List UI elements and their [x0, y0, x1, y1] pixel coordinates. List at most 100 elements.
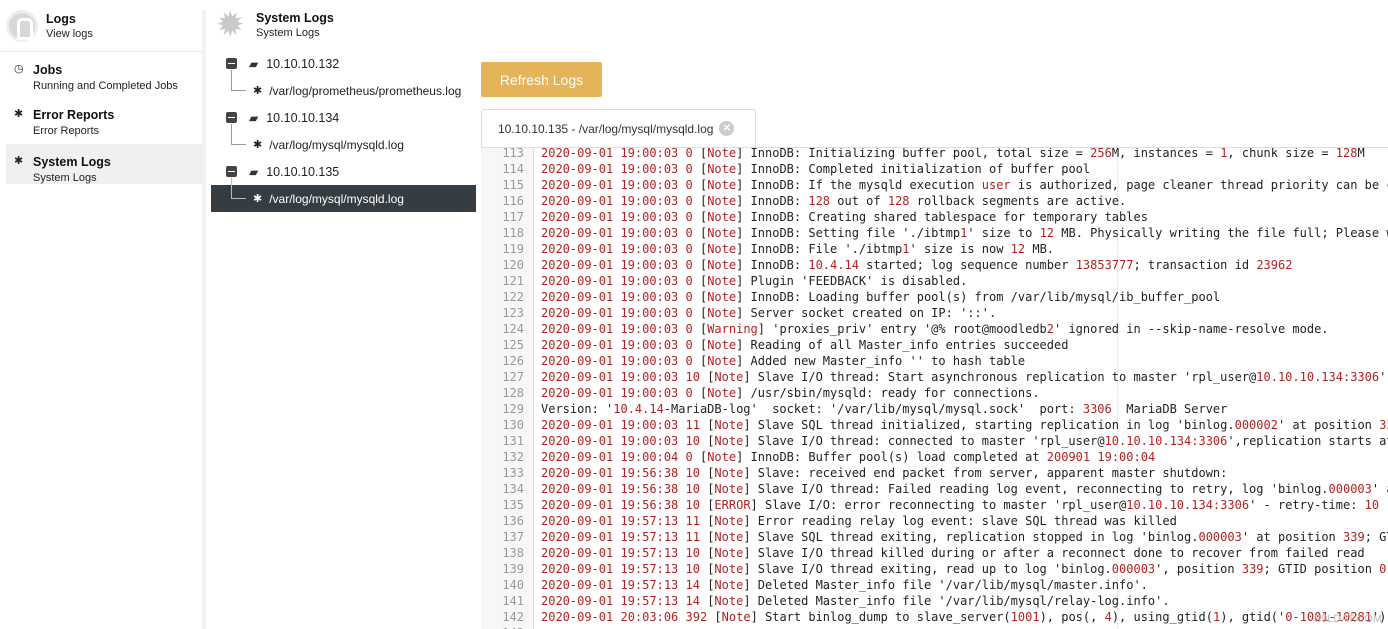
tree-header: ✹ System Logs System Logs — [206, 0, 476, 50]
clock-icon: ◷ — [14, 63, 24, 75]
log-line-text: 2020-09-01 19:00:03 0 [Note] Reading of … — [541, 338, 1069, 352]
log-line-text: 2020-09-01 19:56:38 10 [Note] Slave: rec… — [541, 466, 1228, 480]
log-line: 137 2020-09-01 19:57:13 11 [Note] Slave S… — [481, 529, 1388, 545]
log-line: 124 2020-09-01 19:00:03 0 [Warning] 'prox… — [481, 321, 1388, 337]
refresh-logs-button[interactable]: Refresh Logs — [481, 62, 602, 97]
log-line: 119 2020-09-01 19:00:03 0 [Note] InnoDB: … — [481, 241, 1388, 257]
log-line: 128 2020-09-01 19:00:03 0 [Note] /usr/sbi… — [481, 385, 1388, 401]
collapse-icon[interactable] — [226, 112, 237, 123]
sidebar-item-sublabel: System Logs — [33, 172, 97, 184]
log-line: 114 2020-09-01 19:00:03 0 [Note] InnoDB: … — [481, 161, 1388, 177]
log-line: 123 2020-09-01 19:00:03 0 [Note] Server s… — [481, 305, 1388, 321]
log-line: 143 — [481, 625, 1388, 629]
log-line-text: 2020-09-01 19:00:04 0 [Note] InnoDB: Buf… — [541, 450, 1156, 464]
log-line-text: 2020-09-01 19:00:03 0 [Note] InnoDB: Set… — [541, 226, 1388, 240]
close-icon[interactable]: ✕ — [719, 121, 735, 136]
tree-log-file[interactable]: ✱ /var/log/prometheus/prometheus.log — [206, 70, 476, 104]
log-line-text: 2020-09-01 19:00:03 0 [Note] InnoDB: Loa… — [541, 290, 1221, 304]
collapse-icon[interactable] — [226, 58, 237, 69]
tree-title: System Logs — [256, 11, 334, 25]
line-number: 121 — [502, 274, 524, 288]
log-line-text: 2020-09-01 19:57:13 14 [Note] Deleted Ma… — [541, 578, 1148, 592]
log-line-text: 2020-09-01 19:57:13 11 [Note] Slave SQL … — [541, 530, 1388, 544]
tree-host-label: 10.10.10.135 — [266, 164, 340, 179]
tree-log-file-label: /var/log/mysql/mysqld.log — [269, 191, 404, 206]
line-number: 133 — [502, 466, 524, 480]
sidebar: Logs View logs ◷ Jobs Running and Complete… — [0, 0, 202, 629]
line-number: 115 — [502, 178, 524, 192]
log-line: 117 2020-09-01 19:00:03 0 [Note] InnoDB: … — [481, 209, 1388, 225]
log-line: 113 2020-09-01 19:00:03 0 [Note] InnoDB: … — [481, 148, 1388, 161]
sidebar-item-label: System Logs — [33, 155, 111, 169]
line-number: 114 — [502, 162, 524, 176]
sidebar-item-text: Jobs Running and Completed Jobs — [33, 63, 178, 97]
line-number: 122 — [502, 290, 524, 304]
sidebar-item-jobs[interactable]: ◷ Jobs Running and Completed Jobs — [0, 52, 202, 97]
line-number: 138 — [502, 546, 524, 560]
log-line: 141 2020-09-01 19:57:13 14 [Note] Deleted… — [481, 593, 1388, 609]
sidebar-item-system-logs[interactable]: ✱ System Logs System Logs — [6, 144, 202, 184]
log-line: 142 2020-09-01 20:03:06 392 [Note] Start … — [481, 609, 1388, 625]
sidebar-item-error-reports[interactable]: ✱ Error Reports Error Reports — [0, 97, 202, 142]
log-line-text: 2020-09-01 19:57:13 10 [Note] Slave I/O … — [541, 562, 1388, 576]
log-line: 131 2020-09-01 19:00:03 10 [Note] Slave I… — [481, 433, 1388, 449]
line-number: 130 — [502, 418, 524, 432]
log-line-text: 2020-09-01 19:56:38 10 [Note] Slave I/O … — [541, 482, 1388, 496]
log-line: 129 Version: '10.4.14-MariaDB-log' socket… — [481, 401, 1388, 417]
log-line-text: 2020-09-01 19:00:03 0 [Note] InnoDB: Cre… — [541, 210, 1148, 224]
log-line: 132 2020-09-01 19:00:04 0 [Note] InnoDB: … — [481, 449, 1388, 465]
log-line-text: 2020-09-01 19:00:03 10 [Note] Slave I/O … — [541, 434, 1388, 448]
log-line-text: 2020-09-01 19:56:38 10 [ERROR] Slave I/O… — [541, 498, 1380, 512]
tree-host-node[interactable]: ▰ 10.10.10.132 — [206, 50, 476, 77]
gear-icon: ✱ — [253, 193, 263, 205]
tree-host-node[interactable]: ▰ 10.10.10.134 — [206, 104, 476, 131]
log-viewer: Refresh Logs 10.10.10.135 - /var/log/mys… — [481, 0, 1388, 629]
log-line: 121 2020-09-01 19:00:03 0 [Note] Plugin '… — [481, 273, 1388, 289]
log-line: 130 2020-09-01 19:00:03 11 [Note] Slave S… — [481, 417, 1388, 433]
tree-log-file-label: /var/log/mysql/mysqld.log — [269, 137, 404, 152]
line-number: 126 — [502, 354, 524, 368]
line-number: 129 — [502, 402, 524, 416]
gear-icon: ✱ — [253, 85, 263, 97]
line-number: 135 — [502, 498, 524, 512]
tree-log-file-label: /var/log/prometheus/prometheus.log — [269, 83, 462, 98]
log-line-text: Version: '10.4.14-MariaDB-log' socket: '… — [541, 402, 1228, 416]
sidebar-item-label: Error Reports — [33, 108, 115, 122]
tree-host-label: 10.10.10.134 — [266, 110, 340, 125]
line-number: 127 — [502, 370, 524, 384]
line-number: 117 — [502, 210, 524, 224]
sidebar-title: Logs — [46, 11, 76, 26]
sidebar-item-text: Error Reports Error Reports — [33, 108, 114, 142]
log-line: 116 2020-09-01 19:00:03 0 [Note] InnoDB: … — [481, 193, 1388, 209]
gear-icon: ✱ — [14, 108, 24, 120]
log-line: 140 2020-09-01 19:57:13 14 [Note] Deleted… — [481, 577, 1388, 593]
log-line-text: 2020-09-01 19:00:03 0 [Note] InnoDB: 128… — [541, 194, 1127, 208]
sidebar-item-text: System Logs System Logs — [33, 155, 111, 184]
log-line: 115 2020-09-01 19:00:03 0 [Note] InnoDB: … — [481, 177, 1388, 193]
collapse-icon[interactable] — [226, 166, 237, 177]
line-number: 118 — [502, 226, 524, 240]
log-line-text: 2020-09-01 19:00:03 0 [Note] /usr/sbin/m… — [541, 386, 1040, 400]
tree-log-file[interactable]: ✱ /var/log/mysql/mysqld.log — [211, 178, 476, 212]
log-line: 122 2020-09-01 19:00:03 0 [Note] InnoDB: … — [481, 289, 1388, 305]
log-line: 120 2020-09-01 19:00:03 0 [Note] InnoDB: … — [481, 257, 1388, 273]
line-number: 125 — [502, 338, 524, 352]
watermark: S9LDAT.COM — [1313, 613, 1382, 625]
log-line: 133 2020-09-01 19:56:38 10 [Note] Slave: … — [481, 465, 1388, 481]
tree-log-file[interactable]: ✱ /var/log/mysql/mysqld.log — [206, 124, 476, 158]
log-line-text: 2020-09-01 19:00:03 0 [Note] Server sock… — [541, 306, 997, 320]
line-number: 119 — [502, 242, 524, 256]
tree-host-node[interactable]: ▰ 10.10.10.135 — [206, 158, 476, 185]
log-line-text: 2020-09-01 19:00:03 0 [Note] InnoDB: If … — [541, 178, 1388, 192]
log-line-text: 2020-09-01 19:00:03 0 [Note] Plugin 'FEE… — [541, 274, 968, 288]
log-tab[interactable]: 10.10.10.135 - /var/log/mysql/mysqld.log… — [481, 109, 756, 147]
tree-host-label: 10.10.10.132 — [266, 56, 340, 71]
gear-icon: ✱ — [253, 139, 263, 151]
folder-open-icon: ▰ — [249, 110, 259, 125]
line-number: 141 — [502, 594, 524, 608]
log-line: 125 2020-09-01 19:00:03 0 [Note] Reading … — [481, 337, 1388, 353]
line-number: 142 — [502, 610, 524, 624]
log-content[interactable]: 113 2020-09-01 19:00:03 0 [Note] InnoDB: … — [481, 147, 1388, 629]
log-line-text: 2020-09-01 19:57:13 11 [Note] Error read… — [541, 514, 1177, 528]
log-line-text: 2020-09-01 19:00:03 11 [Note] Slave SQL … — [541, 418, 1388, 432]
